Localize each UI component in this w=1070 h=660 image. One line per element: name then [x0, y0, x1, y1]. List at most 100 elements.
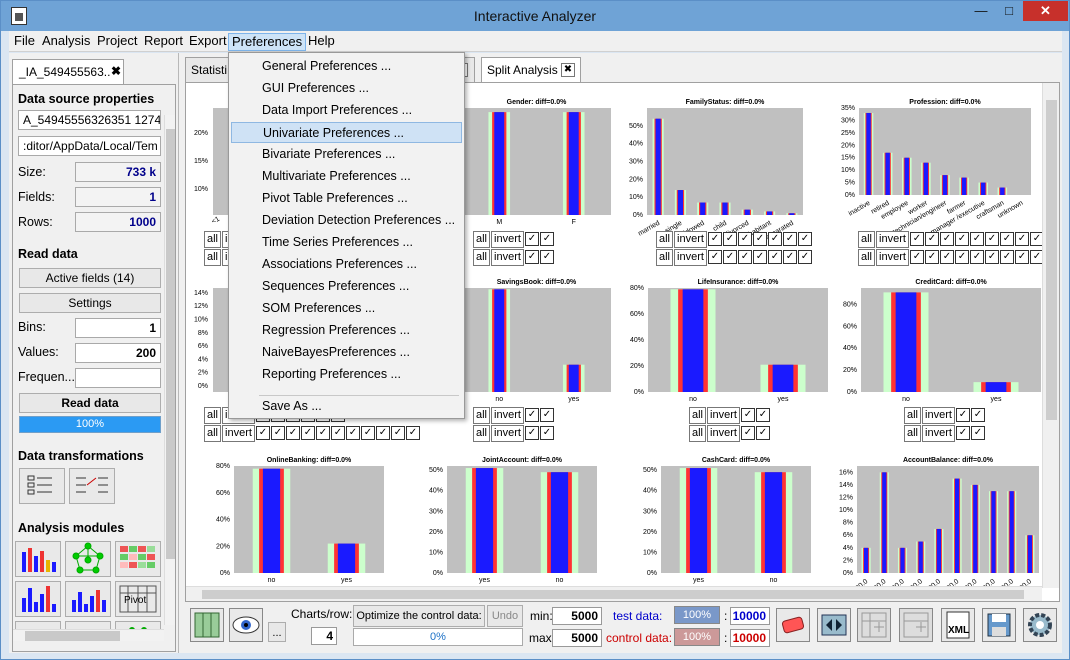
select-all-button[interactable]: all — [473, 407, 491, 424]
invert-selection-button[interactable]: invert — [222, 425, 255, 442]
category-checkbox[interactable]: ✓ — [740, 408, 755, 422]
category-checkbox[interactable]: ✓ — [984, 250, 999, 264]
category-checkbox[interactable]: ✓ — [999, 250, 1014, 264]
category-checkbox[interactable]: ✓ — [970, 426, 985, 440]
optimize-control-button[interactable]: Optimize the control data: — [353, 605, 485, 627]
module-multivariate-button[interactable] — [65, 581, 111, 617]
category-checkbox[interactable]: ✓ — [539, 426, 554, 440]
menu-project[interactable]: Project — [94, 33, 140, 51]
invert-selection-button[interactable]: invert — [491, 407, 524, 424]
category-checkbox[interactable]: ✓ — [752, 232, 767, 246]
settings-button[interactable]: Settings — [19, 293, 161, 313]
sidebar-vertical-scrollbar[interactable] — [164, 115, 175, 625]
menu-item-univariate-preferences[interactable]: Univariate Preferences ... — [231, 122, 462, 143]
category-checkbox[interactable]: ✓ — [924, 250, 939, 264]
category-checkbox[interactable]: ✓ — [330, 426, 345, 440]
invert-selection-button[interactable]: invert — [491, 231, 524, 248]
category-checkbox[interactable]: ✓ — [315, 426, 330, 440]
select-all-button[interactable]: all — [204, 231, 222, 248]
category-checkbox[interactable]: ✓ — [405, 426, 420, 440]
add-row-button[interactable] — [899, 608, 933, 642]
category-checkbox[interactable]: ✓ — [767, 250, 782, 264]
category-checkbox[interactable]: ✓ — [360, 426, 375, 440]
select-all-button[interactable]: all — [656, 249, 674, 266]
close-button[interactable]: ✕ — [1023, 1, 1068, 21]
select-all-button[interactable]: all — [204, 425, 222, 442]
frequency-input[interactable] — [75, 368, 161, 388]
bins-input[interactable]: 1 — [75, 318, 161, 338]
category-checkbox[interactable]: ✓ — [390, 426, 405, 440]
category-checkbox[interactable]: ✓ — [1029, 250, 1042, 264]
menu-item-time-series-preferences[interactable]: Time Series Preferences ... — [231, 232, 462, 253]
menu-item-general-preferences[interactable]: General Preferences ... — [231, 56, 462, 77]
invert-selection-button[interactable]: invert — [707, 407, 740, 424]
menu-item-regression-preferences[interactable]: Regression Preferences ... — [231, 320, 462, 341]
menu-item-save-as[interactable]: Save As ... — [231, 396, 462, 417]
menu-item-pivot-table-preferences[interactable]: Pivot Table Preferences ... — [231, 188, 462, 209]
select-all-button[interactable]: all — [689, 407, 707, 424]
category-checkbox[interactable]: ✓ — [740, 426, 755, 440]
category-checkbox[interactable]: ✓ — [969, 232, 984, 246]
category-checkbox[interactable]: ✓ — [1014, 232, 1029, 246]
module-bivariate-button[interactable] — [15, 581, 61, 617]
category-checkbox[interactable]: ✓ — [1014, 250, 1029, 264]
menu-item-sequences-preferences[interactable]: Sequences Preferences ... — [231, 276, 462, 297]
minimize-button[interactable]: — — [967, 1, 995, 21]
category-checkbox[interactable]: ✓ — [970, 408, 985, 422]
category-checkbox[interactable]: ✓ — [797, 232, 812, 246]
eraser-button[interactable] — [776, 608, 810, 642]
values-input[interactable]: 200 — [75, 343, 161, 363]
file-name-field[interactable]: A_54945556326351 12748.tx — [18, 110, 161, 130]
category-checkbox[interactable]: ✓ — [752, 250, 767, 264]
scroll-thumb[interactable] — [166, 129, 175, 559]
menu-item-data-import-preferences[interactable]: Data Import Preferences ... — [231, 100, 462, 121]
category-checkbox[interactable]: ✓ — [797, 250, 812, 264]
menu-item-gui-preferences[interactable]: GUI Preferences ... — [231, 78, 462, 99]
menu-file[interactable]: File — [11, 33, 38, 51]
category-checkbox[interactable]: ✓ — [924, 232, 939, 246]
menu-item-multivariate-preferences[interactable]: Multivariate Preferences ... — [231, 166, 462, 187]
category-checkbox[interactable]: ✓ — [345, 426, 360, 440]
select-all-button[interactable]: all — [204, 249, 222, 266]
maximize-button[interactable]: □ — [995, 1, 1023, 21]
module-heatmap-button[interactable] — [115, 541, 161, 577]
menu-item-reporting-preferences[interactable]: Reporting Preferences ... — [231, 364, 462, 385]
category-checkbox[interactable]: ✓ — [375, 426, 390, 440]
category-checkbox[interactable]: ✓ — [300, 426, 315, 440]
menu-item-deviation-detection-preferences[interactable]: Deviation Detection Preferences ... — [231, 210, 462, 231]
undo-button[interactable]: Undo — [487, 605, 523, 627]
select-all-button[interactable]: all — [689, 425, 707, 442]
menu-item-som-preferences[interactable]: SOM Preferences ... — [231, 298, 462, 319]
scroll-thumb[interactable] — [202, 590, 1024, 599]
category-checkbox[interactable]: ✓ — [524, 426, 539, 440]
menu-item-associations-preferences[interactable]: Associations Preferences ... — [231, 254, 462, 275]
category-checkbox[interactable]: ✓ — [722, 250, 737, 264]
category-checkbox[interactable]: ✓ — [939, 250, 954, 264]
layout-view-button[interactable] — [190, 608, 224, 642]
eye-view-button[interactable] — [229, 608, 263, 642]
charts-vertical-scrollbar[interactable] — [1042, 83, 1059, 588]
category-checkbox[interactable]: ✓ — [755, 408, 770, 422]
transform-list-button[interactable] — [19, 468, 65, 504]
select-all-button[interactable]: all — [473, 231, 491, 248]
min-input[interactable]: 5000 — [552, 607, 602, 625]
module-univariate-button[interactable] — [15, 541, 61, 577]
menu-report[interactable]: Report — [141, 33, 186, 51]
category-checkbox[interactable]: ✓ — [737, 232, 752, 246]
file-path-field[interactable]: :ditor/AppData/Local/Tem — [18, 136, 161, 156]
category-checkbox[interactable]: ✓ — [539, 250, 554, 264]
select-all-button[interactable]: all — [473, 249, 491, 266]
tab-split-analysis[interactable]: Split Analysis ✖ — [481, 57, 581, 83]
menu-item-bivariate-preferences[interactable]: Bivariate Preferences ... — [231, 144, 462, 165]
category-checkbox[interactable]: ✓ — [755, 426, 770, 440]
menu-analysis[interactable]: Analysis — [39, 33, 93, 51]
invert-selection-button[interactable]: invert — [922, 425, 955, 442]
sidebar-horizontal-scrollbar[interactable] — [13, 629, 164, 641]
invert-selection-button[interactable]: invert — [707, 425, 740, 442]
category-checkbox[interactable]: ✓ — [524, 250, 539, 264]
invert-selection-button[interactable]: invert — [674, 231, 707, 248]
category-checkbox[interactable]: ✓ — [984, 232, 999, 246]
invert-selection-button[interactable]: invert — [876, 249, 909, 266]
save-button[interactable] — [982, 608, 1016, 642]
settings-gear-button[interactable] — [1023, 608, 1057, 642]
